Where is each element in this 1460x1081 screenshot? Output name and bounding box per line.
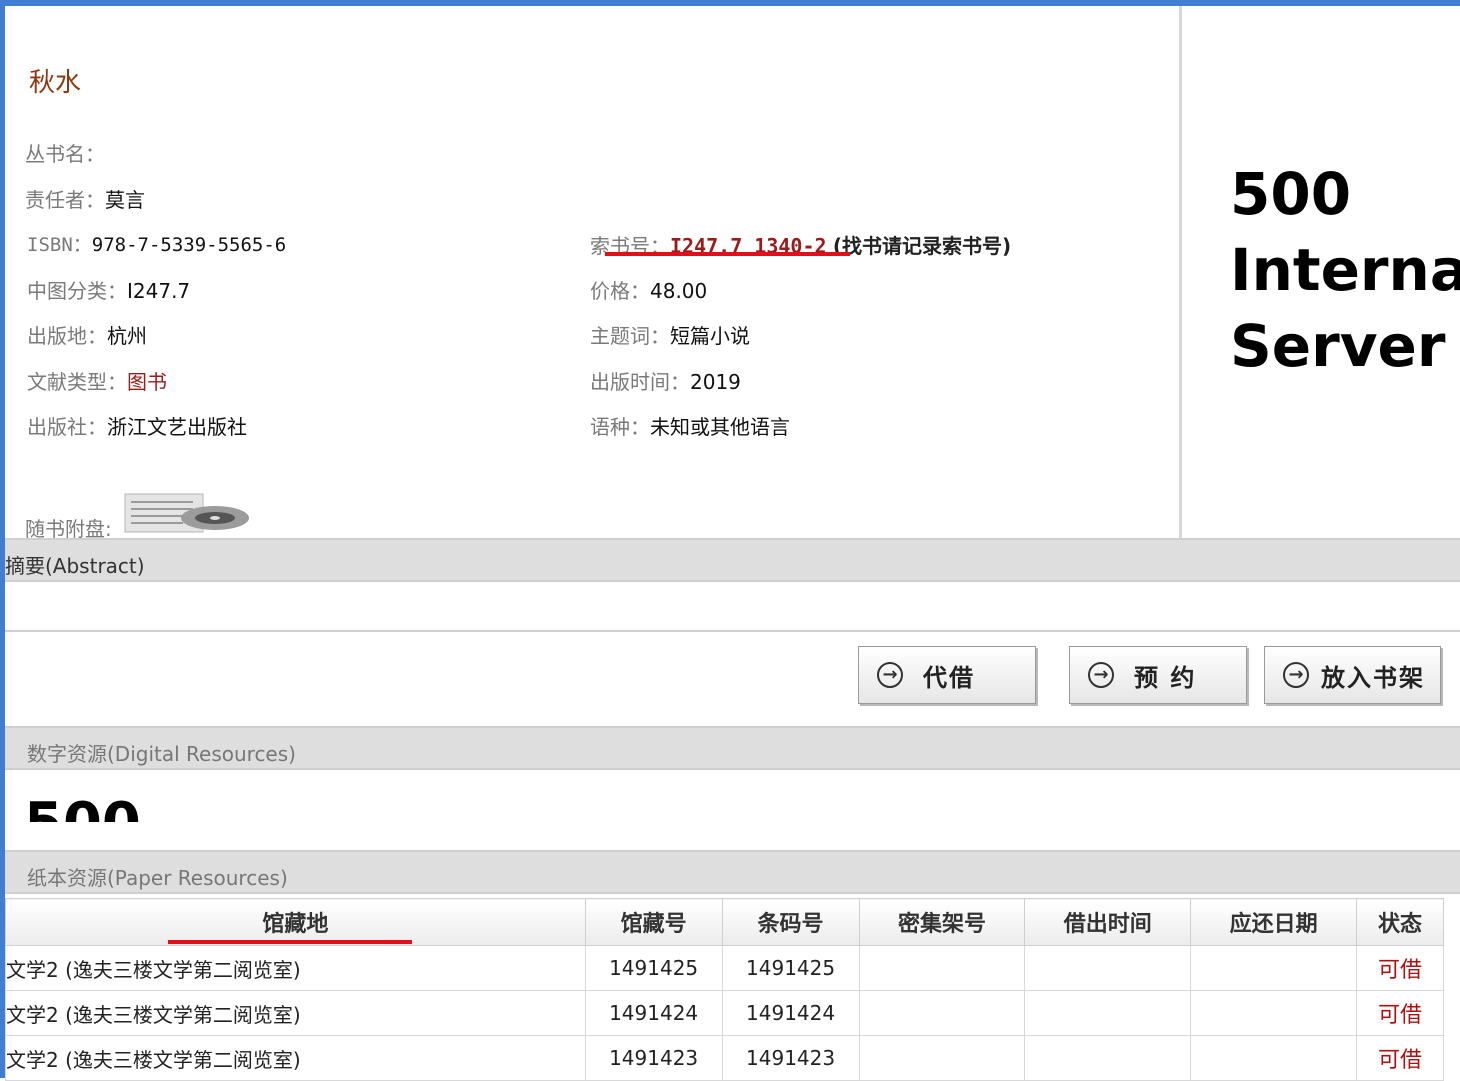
place-value: 杭州: [107, 324, 147, 348]
pubdate-field: 出版时间：2019: [590, 366, 741, 395]
arrow-right-circle-icon: →: [1088, 662, 1114, 688]
cell-barcode: 1491425: [721, 945, 860, 991]
add-to-shelf-button[interactable]: → 放入书架: [1264, 646, 1441, 704]
server-error-text: 500 Interna Server: [1230, 156, 1460, 384]
paper-section-header: 纸本资源(Paper Resources): [5, 850, 1460, 894]
cell-checkout-time: [1024, 990, 1192, 1036]
cell-checkout-time: [1024, 1035, 1192, 1081]
reserve-button[interactable]: → 预 约: [1069, 646, 1247, 704]
table-row: 文学2 (逸夫三楼文学第二阅览室) 1491423 1491423 可借: [5, 1035, 1444, 1081]
col-barcode[interactable]: 条码号: [721, 898, 860, 946]
publisher-label: 出版社：: [27, 415, 107, 439]
subject-label: 主题词：: [590, 324, 670, 348]
author-value[interactable]: 莫言: [105, 188, 145, 212]
proxy-borrow-label: 代借: [923, 663, 975, 692]
cell-compact-shelf: [858, 945, 1026, 991]
isbn-value: 978-7-5339-5565-6: [91, 234, 287, 256]
cell-call-number: 1491424: [584, 990, 723, 1036]
language-value: 未知或其他语言: [650, 415, 790, 439]
cell-barcode: 1491423: [721, 1035, 860, 1081]
cell-due-date: [1190, 1035, 1358, 1081]
cell-status: 可借: [1356, 1035, 1444, 1081]
table-row: 文学2 (逸夫三楼文学第二阅览室) 1491424 1491424 可借: [5, 990, 1444, 1036]
holdings-table: 馆藏地 馆藏号 条码号 密集架号 借出时间 应还日期 状态 文学2 (逸夫三楼文…: [5, 898, 1444, 1081]
series-field: 丛书名：: [25, 138, 105, 167]
side-error-panel: 500 Interna Server: [1179, 6, 1460, 538]
callno-underline: [605, 252, 850, 256]
isbn-label: ISBN：: [27, 234, 92, 256]
clc-field: 中图分类：I247.7: [27, 275, 190, 304]
author-field: 责任者：莫言: [25, 184, 145, 213]
table-row: 文学2 (逸夫三楼文学第二阅览室) 1491425 1491425 可借: [5, 945, 1444, 991]
book-info-panel: 秋水 丛书名： 责任者：莫言 ISBN：978-7-5339-5565-6 中图…: [5, 6, 1179, 541]
col-call-number[interactable]: 馆藏号: [584, 898, 723, 946]
cell-checkout-time: [1024, 945, 1192, 991]
cell-status: 可借: [1356, 990, 1444, 1036]
pubdate-value: 2019: [690, 370, 741, 394]
price-label: 价格：: [590, 279, 650, 303]
clc-label: 中图分类：: [27, 279, 127, 303]
place-label: 出版地：: [27, 324, 107, 348]
col-due-date[interactable]: 应还日期: [1190, 898, 1358, 946]
book-title: 秋水: [29, 68, 82, 98]
error-line-3: Server: [1230, 312, 1446, 380]
cell-compact-shelf: [858, 990, 1026, 1036]
price-value: 48.00: [650, 279, 708, 303]
cell-call-number: 1491423: [584, 1035, 723, 1081]
digital-error-clipped: 500: [24, 776, 144, 823]
add-to-shelf-label: 放入书架: [1321, 663, 1425, 692]
abstract-divider: [5, 630, 1460, 632]
publisher-value[interactable]: 浙江文艺出版社: [107, 415, 247, 439]
language-label: 语种：: [590, 415, 650, 439]
doctype-label: 文献类型：: [27, 370, 127, 394]
location-underline: [168, 940, 412, 944]
cell-compact-shelf: [858, 1035, 1026, 1081]
language-field: 语种：未知或其他语言: [590, 411, 790, 440]
cell-status: 可借: [1356, 945, 1444, 991]
col-location[interactable]: 馆藏地: [5, 898, 586, 946]
cell-call-number: 1491425: [584, 945, 723, 991]
arrow-right-circle-icon: →: [1283, 662, 1309, 688]
col-compact-shelf[interactable]: 密集架号: [858, 898, 1026, 946]
cell-location: 文学2 (逸夫三楼文学第二阅览室): [5, 1035, 586, 1081]
proxy-borrow-button[interactable]: → 代借: [858, 646, 1036, 704]
paper-heading: 纸本资源(Paper Resources): [27, 866, 288, 890]
doctype-value: 图书: [127, 370, 167, 394]
series-label: 丛书名：: [25, 142, 105, 166]
cell-due-date: [1190, 990, 1358, 1036]
abstract-heading: 摘要(Abstract): [5, 554, 145, 578]
arrow-right-circle-icon: →: [877, 662, 903, 688]
cell-due-date: [1190, 945, 1358, 991]
digital-error-code: 500: [24, 794, 141, 823]
price-field: 价格：48.00: [590, 275, 707, 304]
cd-disc-icon[interactable]: [123, 490, 251, 536]
col-checkout-time[interactable]: 借出时间: [1024, 898, 1192, 946]
pubdate-label: 出版时间：: [590, 370, 690, 394]
digital-section-header: 数字资源(Digital Resources): [5, 726, 1460, 770]
cell-location: 文学2 (逸夫三楼文学第二阅览室): [5, 990, 586, 1036]
digital-heading: 数字资源(Digital Resources): [27, 742, 296, 766]
holdings-header-row: 馆藏地 馆藏号 条码号 密集架号 借出时间 应还日期 状态: [5, 898, 1444, 946]
subject-value[interactable]: 短篇小说: [670, 324, 750, 348]
error-line-2: Interna: [1230, 236, 1460, 304]
col-status[interactable]: 状态: [1356, 898, 1444, 946]
abstract-section-header: 摘要(Abstract): [5, 538, 1460, 582]
reserve-label: 预 约: [1134, 663, 1197, 692]
callno-hint: (找书请记录索书号): [832, 234, 1012, 258]
doctype-field: 文献类型：图书: [27, 366, 167, 395]
isbn-field: ISBN：978-7-5339-5565-6: [27, 230, 286, 257]
error-code: 500: [1230, 160, 1352, 228]
subject-field: 主题词：短篇小说: [590, 320, 750, 349]
clc-value: I247.7: [127, 279, 191, 303]
author-label: 责任者：: [25, 188, 105, 212]
cell-barcode: 1491424: [721, 990, 860, 1036]
cell-location: 文学2 (逸夫三楼文学第二阅览室): [5, 945, 586, 991]
place-field: 出版地：杭州: [27, 320, 147, 349]
publisher-field: 出版社：浙江文艺出版社: [27, 411, 247, 440]
